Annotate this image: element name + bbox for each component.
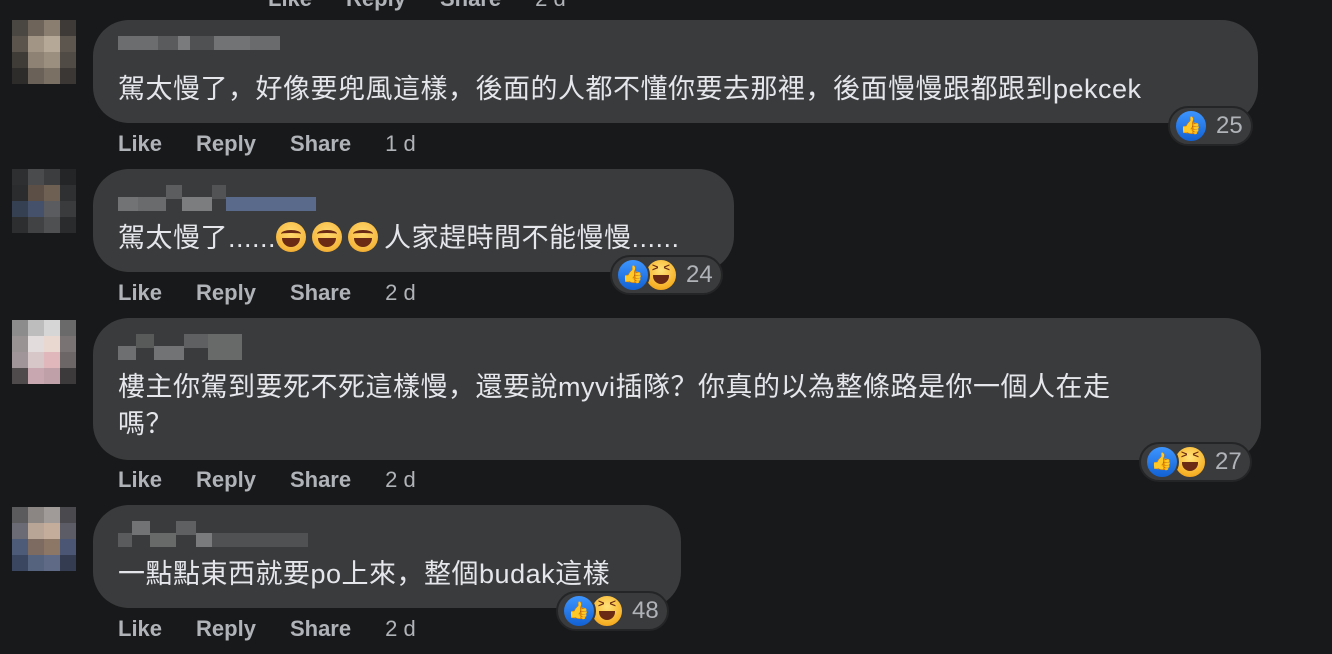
- tears-of-joy-emoji: [312, 222, 343, 252]
- like-link[interactable]: Like: [118, 467, 162, 493]
- like-icon: 👍: [616, 258, 650, 292]
- like-link[interactable]: Like: [118, 616, 162, 642]
- reaction-summary[interactable]: 👍 48: [556, 591, 669, 631]
- comment-text-start: 駕太慢了......: [118, 223, 277, 253]
- like-link[interactable]: Like: [118, 280, 162, 306]
- reaction-summary[interactable]: 👍 25: [1168, 106, 1253, 146]
- comment-bubble: 駕太慢了，好像要兜風這樣，後面的人都不懂你要去那裡，後面慢慢跟都跟到pekcek: [93, 20, 1258, 123]
- comment-actions: Like Reply Share 2 d: [118, 280, 416, 306]
- reaction-count: 25: [1216, 112, 1243, 139]
- tears-of-joy-emoji: [276, 222, 307, 252]
- author-name[interactable]: [118, 521, 308, 547]
- avatar[interactable]: [12, 20, 76, 100]
- like-link[interactable]: Like: [268, 0, 312, 12]
- comment-timestamp[interactable]: 2 d: [385, 467, 416, 493]
- share-link[interactable]: Share: [290, 467, 351, 493]
- reply-link[interactable]: Reply: [346, 0, 406, 12]
- comment-actions: Like Reply Share 2 d: [118, 467, 416, 493]
- share-link[interactable]: Share: [290, 131, 351, 157]
- previous-comment-actions: Like Reply Share 2 d: [268, 0, 566, 12]
- comment-actions: Like Reply Share 1 d: [118, 131, 416, 157]
- reply-link[interactable]: Reply: [196, 131, 256, 157]
- author-name[interactable]: [118, 334, 242, 360]
- comment-timestamp[interactable]: 2 d: [385, 616, 416, 642]
- reaction-summary[interactable]: 👍 27: [1139, 442, 1252, 482]
- share-link[interactable]: Share: [290, 616, 351, 642]
- share-link[interactable]: Share: [290, 280, 351, 306]
- comment-text: 一點點東西就要po上來，整個budak這樣: [118, 559, 611, 589]
- reply-link[interactable]: Reply: [196, 280, 256, 306]
- comment-timestamp[interactable]: 2 d: [535, 0, 566, 12]
- like-icon: 👍: [1145, 445, 1179, 479]
- comments-section: Like Reply Share 2 d 駕太慢了，好像要兜風這樣，後面的人都不…: [0, 0, 1332, 654]
- comment-text-end: 人家趕時間不能慢慢......: [384, 223, 680, 253]
- comment-actions: Like Reply Share 2 d: [118, 616, 416, 642]
- reply-link[interactable]: Reply: [196, 467, 256, 493]
- author-name[interactable]: [118, 36, 280, 62]
- avatar[interactable]: [12, 507, 76, 587]
- tears-of-joy-emoji: [348, 222, 379, 252]
- like-icon: 👍: [1174, 109, 1208, 143]
- comment-timestamp[interactable]: 1 d: [385, 131, 416, 157]
- reaction-summary[interactable]: 👍 24: [610, 255, 723, 295]
- avatar[interactable]: [12, 169, 76, 249]
- comment-text: 樓主你駕到要死不死這樣慢，還要說myvi插隊？你真的以為整條路是你一個人在走 嗎…: [118, 372, 1111, 439]
- avatar[interactable]: [12, 320, 76, 400]
- reaction-count: 24: [686, 261, 713, 288]
- comment-bubble: 樓主你駕到要死不死這樣慢，還要說myvi插隊？你真的以為整條路是你一個人在走 嗎…: [93, 318, 1261, 460]
- share-link[interactable]: Share: [440, 0, 501, 12]
- author-name[interactable]: [118, 185, 316, 211]
- comment-text: 駕太慢了...... 人家趕時間不能慢慢......: [118, 220, 680, 257]
- like-link[interactable]: Like: [118, 131, 162, 157]
- reaction-count: 27: [1215, 448, 1242, 475]
- like-icon: 👍: [562, 594, 596, 628]
- comment-timestamp[interactable]: 2 d: [385, 280, 416, 306]
- comment-text: 駕太慢了，好像要兜風這樣，後面的人都不懂你要去那裡，後面慢慢跟都跟到pekcek: [118, 74, 1142, 104]
- reply-link[interactable]: Reply: [196, 616, 256, 642]
- reaction-count: 48: [632, 597, 659, 624]
